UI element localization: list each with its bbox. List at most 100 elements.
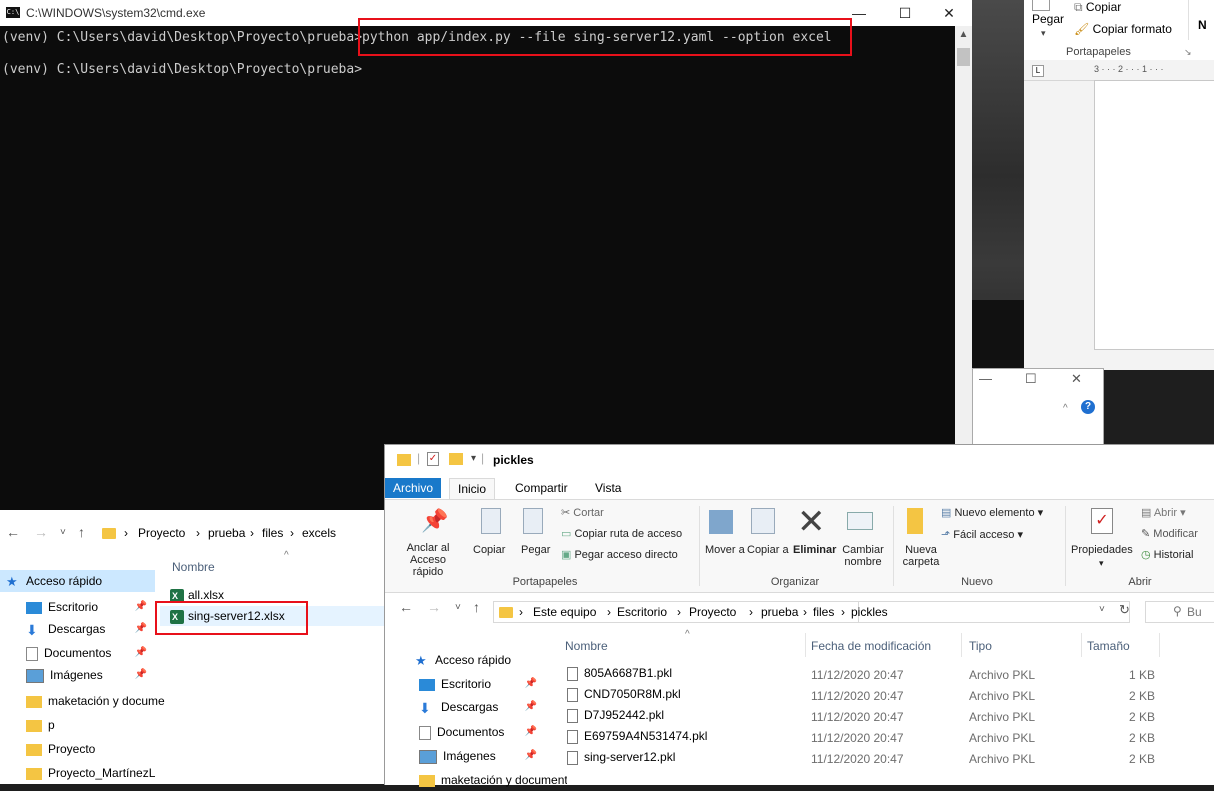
pin-quick-access-button[interactable]: Anclar al Acceso rápido xyxy=(395,542,461,578)
pin-icon[interactable]: 📌 xyxy=(421,508,448,534)
forward-arrow-icon[interactable]: → xyxy=(427,599,441,615)
breadcrumb-item[interactable]: Proyecto xyxy=(138,526,185,540)
small-window[interactable]: — ☐ ✕ ^ ? xyxy=(972,368,1104,445)
edit-button[interactable]: ✎ Modificar xyxy=(1141,527,1198,540)
close-button[interactable]: ✕ xyxy=(1071,371,1082,387)
collapse-ribbon-icon[interactable]: ^ xyxy=(1063,403,1068,414)
breadcrumb-item[interactable]: Escritorio xyxy=(617,605,667,619)
help-icon[interactable]: ? xyxy=(1081,400,1095,414)
tab-inicio[interactable]: Inicio xyxy=(449,478,496,499)
copy-icon[interactable] xyxy=(481,508,501,534)
copy-to-button[interactable]: Copiar a xyxy=(747,544,789,556)
breadcrumb-item[interactable]: prueba xyxy=(761,605,798,619)
copy-path-button[interactable]: ▭ Copiar ruta de acceso xyxy=(561,527,682,540)
word-copy-button[interactable]: ⧉ Copiar xyxy=(1074,0,1121,15)
copy-button[interactable]: Copiar xyxy=(473,544,505,556)
easy-access-button[interactable]: ⬏ Fácil acceso ▾ xyxy=(941,528,1023,541)
nav-pictures[interactable]: Imágenes 📌 xyxy=(385,745,555,767)
nav-folder[interactable]: Proyecto_MartínezL xyxy=(0,762,165,784)
recent-dropdown-icon[interactable]: ˅ xyxy=(455,602,461,613)
file-row-name[interactable]: CND7050R8M.pkl xyxy=(567,684,681,704)
nav-desktop[interactable]: Escritorio 📌 xyxy=(0,596,165,618)
word-paste-button[interactable]: Pegar xyxy=(1032,12,1064,26)
address-box-ext[interactable] xyxy=(857,601,1130,623)
excels-address-bar[interactable]: ← → ˅ ↑ › Proyecto › prueba › files › ex… xyxy=(0,520,390,546)
column-header-type[interactable]: Tipo xyxy=(969,639,992,653)
customize-toolbar-icon[interactable]: ▾ xyxy=(471,453,476,464)
column-header-date[interactable]: Fecha de modificación xyxy=(811,639,931,653)
nav-folder[interactable]: p xyxy=(0,714,165,736)
nav-folder[interactable]: maketación y documentación xyxy=(0,690,165,712)
tab-archivo[interactable]: Archivo xyxy=(385,478,442,498)
cmd-scrollbar[interactable]: ▲ xyxy=(955,26,972,510)
nav-documents[interactable]: Documentos 📌 xyxy=(385,721,555,743)
cmd-window[interactable]: C:\ C:\WINDOWS\system32\cmd.exe — ☐ ✕ (v… xyxy=(0,0,972,510)
copy-to-icon[interactable] xyxy=(751,508,775,534)
properties-quick-icon[interactable]: ✓ xyxy=(427,452,439,466)
tab-vista[interactable]: Vista xyxy=(587,478,629,498)
word-window[interactable]: Pegar ▾ ⧉ Copiar 🖌 Copiar formato Portap… xyxy=(1024,0,1214,370)
nav-desktop[interactable]: Escritorio 📌 xyxy=(385,673,555,695)
pickles-address-bar[interactable]: ← → ˅ ↑ › Este equipo › Escritorio › Pro… xyxy=(385,595,1214,625)
close-button[interactable]: ✕ xyxy=(926,0,972,26)
delete-button[interactable]: Eliminar xyxy=(793,544,836,556)
maximize-button[interactable]: ☐ xyxy=(882,0,928,26)
nav-pictures[interactable]: Imágenes 📌 xyxy=(0,664,165,686)
up-arrow-icon[interactable]: ↑ xyxy=(78,524,85,540)
nav-folder[interactable]: maketación y documentación xyxy=(385,769,567,791)
new-folder-button[interactable]: Nueva carpeta xyxy=(901,544,941,568)
back-arrow-icon[interactable]: ← xyxy=(6,524,20,540)
nav-documents[interactable]: Documentos 📌 xyxy=(0,642,165,664)
breadcrumb-item[interactable]: files xyxy=(813,605,834,619)
column-header-name[interactable]: Nombre xyxy=(172,560,215,574)
breadcrumb-item[interactable]: Este equipo xyxy=(533,605,596,619)
move-to-button[interactable]: Mover a xyxy=(705,544,745,556)
recent-dropdown-icon[interactable]: ˅ xyxy=(60,527,66,538)
nav-quick-access[interactable]: ★ Acceso rápido xyxy=(385,649,545,671)
word-document-page[interactable] xyxy=(1094,80,1214,350)
scroll-up-arrow-icon[interactable]: ▲ xyxy=(955,29,972,40)
new-folder-quick-icon[interactable] xyxy=(449,453,463,465)
nav-downloads[interactable]: ⬇ Descargas 📌 xyxy=(385,696,555,718)
dialog-launcher-icon[interactable]: ↘ xyxy=(1184,47,1192,58)
cmd-console[interactable]: (venv) C:\Users\david\Desktop\Proyecto\p… xyxy=(0,26,955,510)
bold-button[interactable]: N xyxy=(1198,18,1207,32)
breadcrumb-item[interactable]: excels xyxy=(302,526,336,540)
new-item-button[interactable]: ▤ Nuevo elemento ▾ xyxy=(941,506,1043,519)
nav-quick-access[interactable]: ★ Acceso rápido xyxy=(0,570,155,592)
new-folder-icon[interactable] xyxy=(907,508,923,534)
file-row-name[interactable]: E69759A4N531474.pkl xyxy=(567,726,707,746)
nav-downloads[interactable]: ⬇ Descargas 📌 xyxy=(0,618,165,640)
move-to-icon[interactable] xyxy=(709,510,733,534)
breadcrumb-item[interactable]: files xyxy=(262,526,283,540)
properties-dropdown-icon[interactable]: ▾ xyxy=(1099,558,1104,569)
open-button[interactable]: ▤ Abrir ▾ xyxy=(1141,506,1186,519)
pickles-explorer-window[interactable]: | ✓ ▾ | pickles Archivo Inicio Compartir… xyxy=(384,444,1214,787)
paste-button[interactable]: Pegar xyxy=(521,544,550,556)
excels-explorer-window[interactable]: ← → ˅ ↑ › Proyecto › prueba › files › ex… xyxy=(0,510,390,784)
paste-icon[interactable] xyxy=(523,508,543,534)
paste-shortcut-button[interactable]: ▣ Pegar acceso directo xyxy=(561,548,678,561)
rename-icon[interactable] xyxy=(847,512,873,530)
maximize-button[interactable]: ☐ xyxy=(1025,371,1037,387)
tab-selector-icon[interactable]: L xyxy=(1032,65,1044,77)
properties-icon[interactable]: ✓ xyxy=(1091,508,1113,534)
paste-clipboard-icon[interactable] xyxy=(1032,0,1050,11)
tab-compartir[interactable]: Compartir xyxy=(507,478,576,498)
file-row-name[interactable]: sing-server12.pkl xyxy=(567,747,675,767)
back-arrow-icon[interactable]: ← xyxy=(399,599,413,615)
minimize-button[interactable]: — xyxy=(979,371,992,386)
scrollbar-thumb[interactable] xyxy=(957,48,970,66)
forward-arrow-icon[interactable]: → xyxy=(34,524,48,540)
up-arrow-icon[interactable]: ↑ xyxy=(473,599,480,615)
breadcrumb-item[interactable]: Proyecto xyxy=(689,605,736,619)
properties-button[interactable]: Propiedades xyxy=(1071,544,1133,556)
rename-button[interactable]: Cambiar nombre xyxy=(841,544,885,568)
pickles-titlebar[interactable]: | ✓ ▾ | pickles xyxy=(385,445,1214,475)
file-row-name[interactable]: D7J952442.pkl xyxy=(567,705,664,725)
refresh-icon[interactable]: ↻ xyxy=(1119,602,1130,618)
column-header-size[interactable]: Tamaño xyxy=(1087,639,1130,653)
paste-dropdown-icon[interactable]: ▾ xyxy=(1041,28,1046,39)
column-header-name[interactable]: Nombre xyxy=(565,639,608,653)
word-copy-format-button[interactable]: 🖌 Copiar formato xyxy=(1074,22,1172,36)
